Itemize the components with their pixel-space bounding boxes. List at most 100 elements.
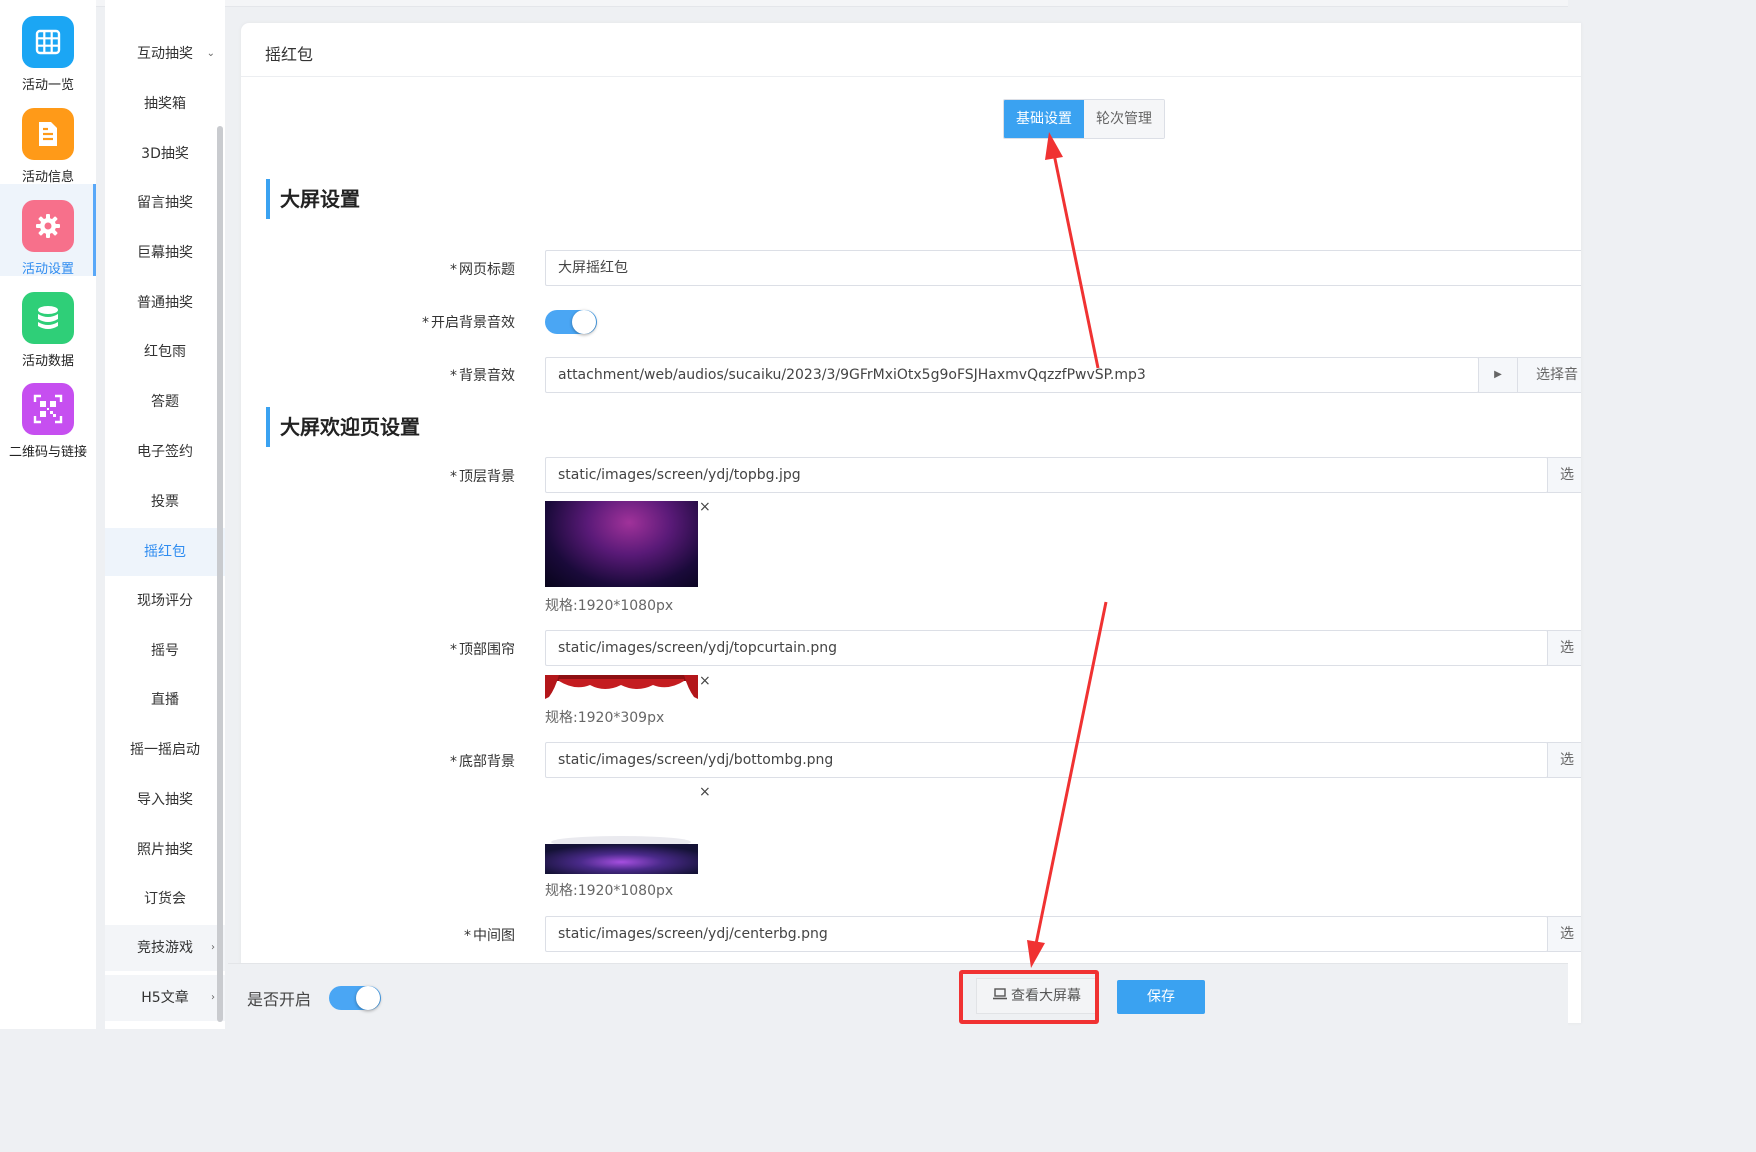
submenu-item[interactable]: 3D抽奖 [105,131,225,177]
enable-toggle[interactable] [329,986,381,1010]
toggle-knob [572,310,596,334]
field-label: * 顶部围帘 [315,639,515,659]
submenu-group-h5[interactable]: H5文章 › [105,975,225,1021]
spec-text: 规格:1920*309px [545,710,665,726]
field-label: * 中间图 [315,925,515,945]
label-text: 背景音效 [459,368,515,384]
submenu-group-lottery[interactable]: 互动抽奖 ⌄ [105,31,225,77]
submenu-group-label: 竞技游戏 [137,940,193,956]
rail-label: 二维码与链接 [8,445,87,460]
rail-item-settings[interactable]: 活动设置 [0,184,96,277]
bg-sound-toggle[interactable] [545,310,597,334]
top-border [0,0,1568,7]
bottom-bg-input[interactable]: static/images/screen/ydj/bottombg.png [545,742,1548,778]
view-big-screen-label: 查看大屏幕 [1011,988,1081,1004]
save-button[interactable]: 保存 [1117,980,1205,1014]
label-text: 中间图 [473,928,515,944]
top-bg-input[interactable]: static/images/screen/ydj/topbg.jpg [545,457,1548,493]
bottom-action-bar: 是否开启 查看大屏幕 保存 [228,963,1568,1030]
field-label: * 底部背景 [315,751,515,771]
submenu-peek[interactable]: 活动设置 [105,0,225,16]
label-text: 开启背景音效 [431,315,515,331]
rail-item-qrcode[interactable]: 二维码与链接 [0,367,96,460]
submenu-item[interactable]: 红包雨 [105,329,225,375]
secondary-menu: 活动设置 互动抽奖 ⌄ 抽奖箱 3D抽奖 留言抽奖 巨幕抽奖 普通抽奖 红包雨 … [105,0,225,1029]
choose-audio-button[interactable]: 选择音 [1517,357,1581,393]
close-icon[interactable]: × [699,673,711,689]
section-title-welcome: 大屏欢迎页设置 [266,407,420,447]
submenu-item[interactable]: 订货会 [105,876,225,922]
settings-tabs: 基础设置 轮次管理 [1003,99,1165,139]
rail-item-info[interactable]: 活动信息 [0,92,96,185]
bg-sound-input[interactable]: attachment/web/audios/sucaiku/2023/3/9GF… [545,357,1479,393]
qrcode-icon [22,383,74,435]
rail-label: 活动信息 [21,170,74,185]
required-mark: * [450,642,457,658]
rail-label: 活动设置 [21,262,74,277]
chevron-right-icon: › [211,942,215,953]
choose-image-button[interactable]: 选 [1547,742,1581,778]
play-icon[interactable]: ▶ [1478,357,1518,393]
submenu-item[interactable]: 普通抽奖 [105,280,225,326]
submenu-item[interactable]: 直播 [105,677,225,723]
rail-item-data[interactable]: 活动数据 [0,276,96,369]
toggle-knob [356,986,380,1010]
section-title-screen: 大屏设置 [266,179,360,219]
gear-icon [22,200,74,252]
choose-image-button[interactable]: 选 [1547,457,1581,493]
submenu-item[interactable]: 电子签约 [105,429,225,475]
top-curtain-input[interactable]: static/images/screen/ydj/topcurtain.png [545,630,1548,666]
top-bg-thumbnail [545,501,698,587]
label-text: 网页标题 [459,262,515,278]
close-icon[interactable]: × [699,784,711,800]
submenu-item[interactable]: 留言抽奖 [105,180,225,226]
spec-text: 规格:1920*1080px [545,598,674,614]
chevron-down-icon: ⌄ [206,48,215,59]
submenu-group-label: H5文章 [141,990,189,1006]
close-icon[interactable]: × [699,499,711,515]
field-label: * 背景音效 [315,365,515,385]
center-image-input[interactable]: static/images/screen/ydj/centerbg.png [545,916,1548,952]
field-label: * 开启背景音效 [315,312,515,332]
submenu-item[interactable]: 投票 [105,479,225,525]
required-mark: * [450,469,457,485]
required-mark: * [450,754,457,770]
submenu-item[interactable]: 摇一摇启动 [105,727,225,773]
submenu-item[interactable]: 照片抽奖 [105,827,225,873]
field-label: * 网页标题 [315,259,515,279]
submenu-item[interactable]: 摇号 [105,628,225,674]
divider [241,76,1581,77]
choose-image-button[interactable]: 选 [1547,916,1581,952]
required-mark: * [450,368,457,384]
required-mark: * [450,262,457,278]
tab-basic-settings[interactable]: 基础设置 [1004,100,1084,138]
required-mark: * [464,928,471,944]
submenu-item[interactable]: 巨幕抽奖 [105,230,225,276]
spec-text: 规格:1920*1080px [545,883,674,899]
submenu-group-games[interactable]: 竞技游戏 › [105,925,225,971]
submenu-item[interactable]: 抽奖箱 [105,81,225,127]
rail-item-overview[interactable]: 活动一览 [0,0,96,93]
submenu-scrollbar[interactable] [217,126,223,1022]
choose-image-button[interactable]: 选 [1547,630,1581,666]
label-text: 顶部围帘 [459,642,515,658]
laptop-icon [993,979,1007,1013]
submenu-item-active[interactable]: 摇红包 [105,528,225,576]
field-label: * 顶层背景 [315,466,515,486]
submenu-item[interactable]: 导入抽奖 [105,777,225,823]
enable-label: 是否开启 [247,990,312,1009]
database-icon [22,292,74,344]
tab-round-management[interactable]: 轮次管理 [1084,100,1164,138]
view-big-screen-button[interactable]: 查看大屏幕 [976,978,1098,1014]
chevron-right-icon: › [211,992,215,1003]
submenu-item[interactable]: 答题 [105,379,225,425]
bottom-bg-thumbnail [545,834,698,874]
submenu-item[interactable]: 现场评分 [105,578,225,624]
label-text: 底部背景 [459,754,515,770]
label-text: 顶层背景 [459,469,515,485]
document-icon [22,108,74,160]
page-title: 摇红包 [265,45,314,64]
icon-rail: 活动一览 活动信息 活动设置 活动数据 二维码与链接 [0,0,96,1029]
grid-icon [22,16,74,68]
page-title-input[interactable]: 大屏摇红包 [545,250,1581,286]
